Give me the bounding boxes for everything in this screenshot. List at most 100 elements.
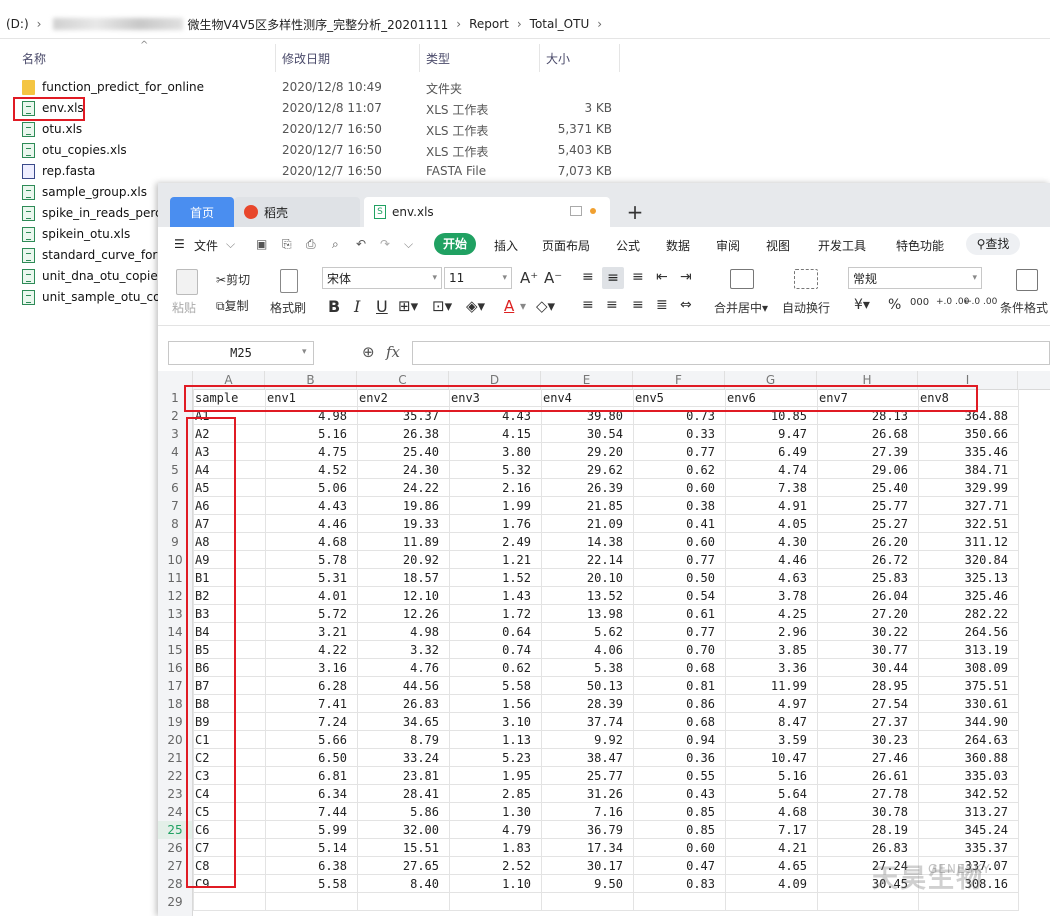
data-cell[interactable]: 5.32 xyxy=(449,461,541,479)
row-header[interactable]: 11 xyxy=(158,569,192,587)
data-cell[interactable]: 364.88 xyxy=(918,407,1018,425)
data-cell[interactable]: 1.43 xyxy=(449,587,541,605)
row-header[interactable]: 3 xyxy=(158,425,192,443)
row-header[interactable]: 29 xyxy=(158,893,192,911)
data-cell[interactable]: C4 xyxy=(193,785,265,803)
file-row[interactable]: env.xls 2020/12/8 11:07 XLS 工作表 3 KB xyxy=(0,98,700,119)
data-cell[interactable]: 5.62 xyxy=(541,623,633,641)
data-cell[interactable]: 29.20 xyxy=(541,443,633,461)
col-date-header[interactable]: 修改日期 xyxy=(282,50,330,67)
row-header[interactable]: 10 xyxy=(158,551,192,569)
data-cell[interactable]: B1 xyxy=(193,569,265,587)
data-cell[interactable]: 9.92 xyxy=(541,731,633,749)
column-divider[interactable] xyxy=(275,44,276,72)
select-all-corner[interactable] xyxy=(158,371,193,389)
data-cell[interactable]: 14.38 xyxy=(541,533,633,551)
data-cell[interactable]: 0.55 xyxy=(633,767,725,785)
data-cell[interactable]: 28.41 xyxy=(357,785,449,803)
data-cell[interactable]: 4.68 xyxy=(265,533,357,551)
data-cell[interactable]: 311.12 xyxy=(918,533,1018,551)
data-cell[interactable]: 4.05 xyxy=(725,515,817,533)
data-cell[interactable]: 4.91 xyxy=(725,497,817,515)
data-cell[interactable]: 22.14 xyxy=(541,551,633,569)
data-cell[interactable]: 0.81 xyxy=(633,677,725,695)
row-header[interactable]: 14 xyxy=(158,623,192,641)
header-cell[interactable]: env8 xyxy=(918,389,1018,407)
print-preview-icon[interactable]: ⌕ xyxy=(332,237,339,252)
data-cell[interactable]: 322.51 xyxy=(918,515,1018,533)
data-cell[interactable]: B4 xyxy=(193,623,265,641)
data-cell[interactable]: 26.20 xyxy=(817,533,918,551)
data-cell[interactable]: 13.98 xyxy=(541,605,633,623)
header-cell[interactable]: env4 xyxy=(541,389,633,407)
row-header[interactable]: 6 xyxy=(158,479,192,497)
data-cell[interactable]: 2.52 xyxy=(449,857,541,875)
data-cell[interactable]: 330.61 xyxy=(918,695,1018,713)
data-cell[interactable]: 360.88 xyxy=(918,749,1018,767)
data-cell[interactable]: 3.80 xyxy=(449,443,541,461)
data-cell[interactable]: 0.60 xyxy=(633,533,725,551)
data-cell[interactable]: 5.99 xyxy=(265,821,357,839)
data-cell[interactable]: 0.68 xyxy=(633,659,725,677)
column-header[interactable]: F xyxy=(633,371,725,389)
data-cell[interactable]: 5.58 xyxy=(265,875,357,893)
data-cell[interactable]: 30.77 xyxy=(817,641,918,659)
data-cell[interactable]: 27.20 xyxy=(817,605,918,623)
data-cell[interactable]: 1.21 xyxy=(449,551,541,569)
data-cell[interactable]: 4.65 xyxy=(725,857,817,875)
data-cell[interactable]: C8 xyxy=(193,857,265,875)
data-cell[interactable]: A8 xyxy=(193,533,265,551)
data-cell[interactable]: 24.30 xyxy=(357,461,449,479)
eraser-icon[interactable]: ◇▾ xyxy=(536,297,555,315)
data-cell[interactable]: 1.99 xyxy=(449,497,541,515)
indent-increase-icon[interactable]: ⇥ xyxy=(680,269,692,285)
data-cell[interactable]: 0.86 xyxy=(633,695,725,713)
data-cell[interactable]: 0.64 xyxy=(449,623,541,641)
wrap-text-icon[interactable] xyxy=(794,269,818,289)
decimal-decrease-button[interactable]: ←.0 .00 xyxy=(964,297,997,307)
data-cell[interactable]: 0.50 xyxy=(633,569,725,587)
format-painter-label[interactable]: 格式刷 xyxy=(270,299,306,316)
data-cell[interactable]: A3 xyxy=(193,443,265,461)
copy-button[interactable]: ⧉复制 xyxy=(216,297,249,314)
menu-page-layout[interactable]: 页面布局 xyxy=(542,237,590,254)
underline-button[interactable]: U xyxy=(376,297,388,316)
data-cell[interactable]: 4.52 xyxy=(265,461,357,479)
data-cell[interactable]: 0.68 xyxy=(633,713,725,731)
row-header[interactable]: 15 xyxy=(158,641,192,659)
data-cell[interactable]: 4.22 xyxy=(265,641,357,659)
col-size-header[interactable]: 大小 xyxy=(546,50,570,67)
data-cell[interactable]: 26.38 xyxy=(357,425,449,443)
cell-style-icon[interactable]: ⊡▾ xyxy=(432,297,452,315)
data-cell[interactable]: 19.86 xyxy=(357,497,449,515)
data-cell[interactable]: 30.78 xyxy=(817,803,918,821)
data-cell[interactable]: 8.40 xyxy=(357,875,449,893)
row-header[interactable]: 17 xyxy=(158,677,192,695)
data-cell[interactable]: 7.44 xyxy=(265,803,357,821)
data-cell[interactable]: 335.37 xyxy=(918,839,1018,857)
data-cell[interactable]: 0.36 xyxy=(633,749,725,767)
align-top-icon[interactable]: ≡ xyxy=(582,269,594,285)
data-cell[interactable]: C5 xyxy=(193,803,265,821)
row-header[interactable]: 9 xyxy=(158,533,192,551)
data-cell[interactable]: 0.47 xyxy=(633,857,725,875)
data-cell[interactable]: 25.40 xyxy=(357,443,449,461)
data-cell[interactable]: 21.85 xyxy=(541,497,633,515)
data-cell[interactable]: 26.04 xyxy=(817,587,918,605)
increase-font-icon[interactable]: A⁺ xyxy=(520,269,538,287)
data-cell[interactable]: 345.24 xyxy=(918,821,1018,839)
data-cell[interactable]: B3 xyxy=(193,605,265,623)
data-cell[interactable]: 7.38 xyxy=(725,479,817,497)
number-format-select[interactable]: 常规 ▾ xyxy=(848,267,982,289)
data-cell[interactable]: 30.23 xyxy=(817,731,918,749)
data-cell[interactable]: 0.60 xyxy=(633,839,725,857)
data-cell[interactable]: 4.98 xyxy=(357,623,449,641)
row-header[interactable]: 25 xyxy=(158,821,192,839)
data-cell[interactable]: A2 xyxy=(193,425,265,443)
header-cell[interactable]: env6 xyxy=(725,389,817,407)
data-cell[interactable]: 4.97 xyxy=(725,695,817,713)
data-cell[interactable]: 335.46 xyxy=(918,443,1018,461)
data-cell[interactable]: 27.78 xyxy=(817,785,918,803)
data-cell[interactable]: 0.61 xyxy=(633,605,725,623)
align-left-icon[interactable]: ≡ xyxy=(582,297,594,313)
